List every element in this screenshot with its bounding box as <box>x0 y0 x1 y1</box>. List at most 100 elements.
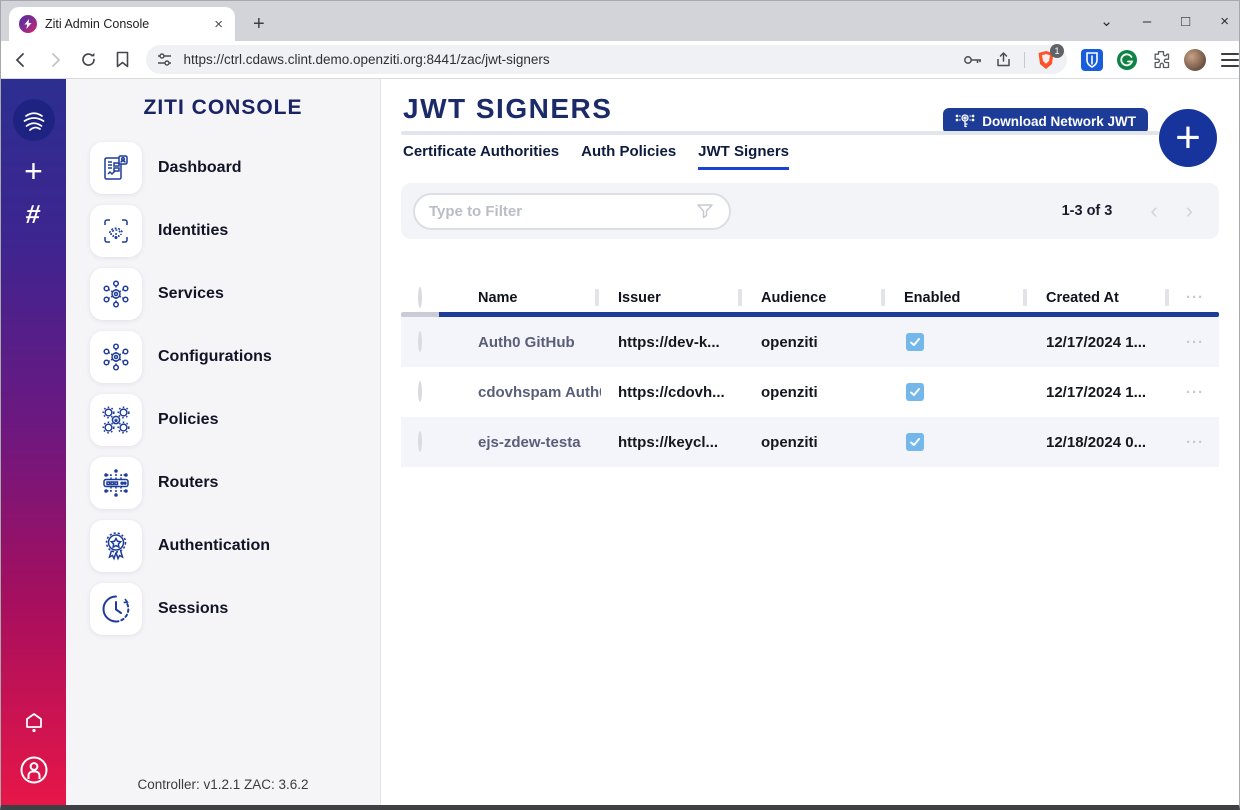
rail-hash-button[interactable]: # <box>25 201 42 227</box>
column-header-issuer[interactable]: Issuer <box>601 283 744 312</box>
filter-input[interactable] <box>429 203 695 220</box>
rail-add-button[interactable]: + <box>24 155 43 187</box>
maximize-button[interactable]: □ <box>1181 14 1190 29</box>
cell-created-at: 12/17/2024 1... <box>1029 334 1171 351</box>
table-row[interactable]: ejs-zdew-testa https://keycl... openziti… <box>401 417 1219 467</box>
sidebar-item-label: Services <box>158 285 224 303</box>
new-tab-button[interactable]: + <box>253 14 265 34</box>
main-content: JWT SIGNERS Download Network JWT + Certi… <box>381 79 1239 805</box>
cell-name[interactable]: Auth0 GitHub <box>461 334 601 351</box>
table-row[interactable]: cdovhspam Auth0 https://cdovh... openzit… <box>401 367 1219 417</box>
clock-icon <box>90 583 142 635</box>
browser-toolbar: https://ctrl.cdaws.clint.demo.openziti.o… <box>1 41 1239 79</box>
extensions-puzzle-icon[interactable] <box>1151 50 1171 70</box>
sidebar-item-label: Authentication <box>158 537 270 555</box>
table-header: Name Issuer Audience Enabled Created At … <box>401 283 1219 312</box>
sidebar-item-label: Routers <box>158 474 218 492</box>
select-all-radio[interactable] <box>418 287 422 308</box>
filter-input-wrap <box>413 193 731 230</box>
browser-tab[interactable]: Ziti Admin Console × <box>9 7 235 41</box>
title-divider <box>401 131 1159 135</box>
sidebar-item-identities[interactable]: Identities <box>66 199 380 262</box>
tab-close-icon[interactable]: × <box>212 16 225 33</box>
network-icon <box>90 268 142 320</box>
browser-window: Ziti Admin Console × + ⌄ – □ × https:// <box>0 0 1240 810</box>
refresh-icon[interactable] <box>75 51 103 68</box>
brave-shield-icon[interactable]: 1 <box>1037 50 1057 70</box>
cell-created-at: 12/17/2024 1... <box>1029 384 1171 401</box>
column-header-created-at[interactable]: Created At <box>1029 283 1171 312</box>
enabled-checkbox[interactable] <box>906 333 924 351</box>
row-select-radio[interactable] <box>418 331 422 352</box>
cell-issuer: https://dev-k... <box>601 334 744 351</box>
toolbar-divider <box>1024 52 1025 68</box>
close-window-button[interactable]: × <box>1220 14 1229 29</box>
bookmark-icon[interactable] <box>109 51 137 68</box>
minimize-button[interactable]: – <box>1143 14 1151 29</box>
page-count: 1-3 of 3 <box>1062 203 1113 219</box>
pagination: 1-3 of 3 ‹ › <box>1062 200 1219 222</box>
back-icon[interactable] <box>7 52 35 68</box>
enabled-checkbox[interactable] <box>906 383 924 401</box>
cell-audience: openziti <box>744 384 887 401</box>
sidebar-item-authentication[interactable]: Authentication <box>66 514 380 577</box>
version-footer: Controller: v1.2.1 ZAC: 3.6.2 <box>66 777 380 792</box>
tab-jwt-signers[interactable]: JWT Signers <box>698 143 789 170</box>
page-title: JWT SIGNERS <box>403 93 612 125</box>
bitwarden-extension-icon[interactable] <box>1081 49 1103 71</box>
profile-avatar[interactable] <box>1184 49 1206 71</box>
prev-page-icon[interactable]: ‹ <box>1150 200 1157 222</box>
sidebar: ZITI CONSOLE Dashboard Identities <box>66 79 381 805</box>
filter-funnel-icon[interactable] <box>695 201 715 221</box>
cell-name[interactable]: cdovhspam Auth0 <box>461 384 601 401</box>
url-bar[interactable]: https://ctrl.cdaws.clint.demo.openziti.o… <box>146 45 1067 74</box>
password-key-icon[interactable] <box>963 54 983 66</box>
ziti-logo-icon[interactable] <box>13 99 55 141</box>
sidebar-item-services[interactable]: Services <box>66 262 380 325</box>
row-select-radio[interactable] <box>418 431 422 452</box>
table-row[interactable]: Auth0 GitHub https://dev-k... openziti 1… <box>401 317 1219 367</box>
gears-icon <box>90 394 142 446</box>
rail-profile-icon[interactable] <box>19 755 49 785</box>
tab-auth-policies[interactable]: Auth Policies <box>581 143 676 170</box>
cell-audience: openziti <box>744 434 887 451</box>
column-menu-icon[interactable]: ··· <box>1171 289 1219 306</box>
share-icon[interactable] <box>995 51 1012 68</box>
jwt-key-icon <box>955 113 975 129</box>
sidebar-item-policies[interactable]: Policies <box>66 388 380 451</box>
notifications-bell-icon[interactable] <box>21 711 47 737</box>
browser-menu-icon[interactable] <box>1221 53 1239 67</box>
grammarly-extension-icon[interactable] <box>1116 49 1138 71</box>
site-settings-icon[interactable] <box>156 52 173 67</box>
sidebar-item-routers[interactable]: Routers <box>66 451 380 514</box>
row-select-radio[interactable] <box>418 381 422 402</box>
column-header-enabled[interactable]: Enabled <box>887 283 1029 312</box>
column-header-audience[interactable]: Audience <box>744 283 887 312</box>
row-menu-icon[interactable]: ··· <box>1171 334 1219 351</box>
filter-bar: 1-3 of 3 ‹ › <box>401 183 1219 239</box>
cell-created-at: 12/18/2024 0... <box>1029 434 1171 451</box>
url-text[interactable]: https://ctrl.cdaws.clint.demo.openziti.o… <box>183 52 953 67</box>
forward-icon[interactable] <box>41 52 69 68</box>
row-menu-icon[interactable]: ··· <box>1171 384 1219 401</box>
enabled-checkbox[interactable] <box>906 433 924 451</box>
sidebar-item-label: Configurations <box>158 348 272 366</box>
tab-search-icon[interactable]: ⌄ <box>1100 14 1113 29</box>
sidebar-item-dashboard[interactable]: Dashboard <box>66 136 380 199</box>
dashboard-icon <box>90 142 142 194</box>
tab-certificate-authorities[interactable]: Certificate Authorities <box>403 143 559 170</box>
network-icon <box>90 331 142 383</box>
sidebar-item-sessions[interactable]: Sessions <box>66 577 380 640</box>
row-menu-icon[interactable]: ··· <box>1171 434 1219 451</box>
download-button-label: Download Network JWT <box>982 114 1136 129</box>
sidebar-item-configurations[interactable]: Configurations <box>66 325 380 388</box>
table-header-underline <box>401 312 1219 317</box>
next-page-icon[interactable]: › <box>1186 200 1193 222</box>
cell-name[interactable]: ejs-zdew-testa <box>461 434 601 451</box>
cell-issuer: https://keycl... <box>601 434 744 451</box>
add-jwt-signer-button[interactable]: + <box>1159 109 1217 167</box>
router-icon <box>90 457 142 509</box>
console-title: ZITI CONSOLE <box>66 96 380 120</box>
award-icon <box>90 520 142 572</box>
column-header-name[interactable]: Name <box>461 283 601 312</box>
